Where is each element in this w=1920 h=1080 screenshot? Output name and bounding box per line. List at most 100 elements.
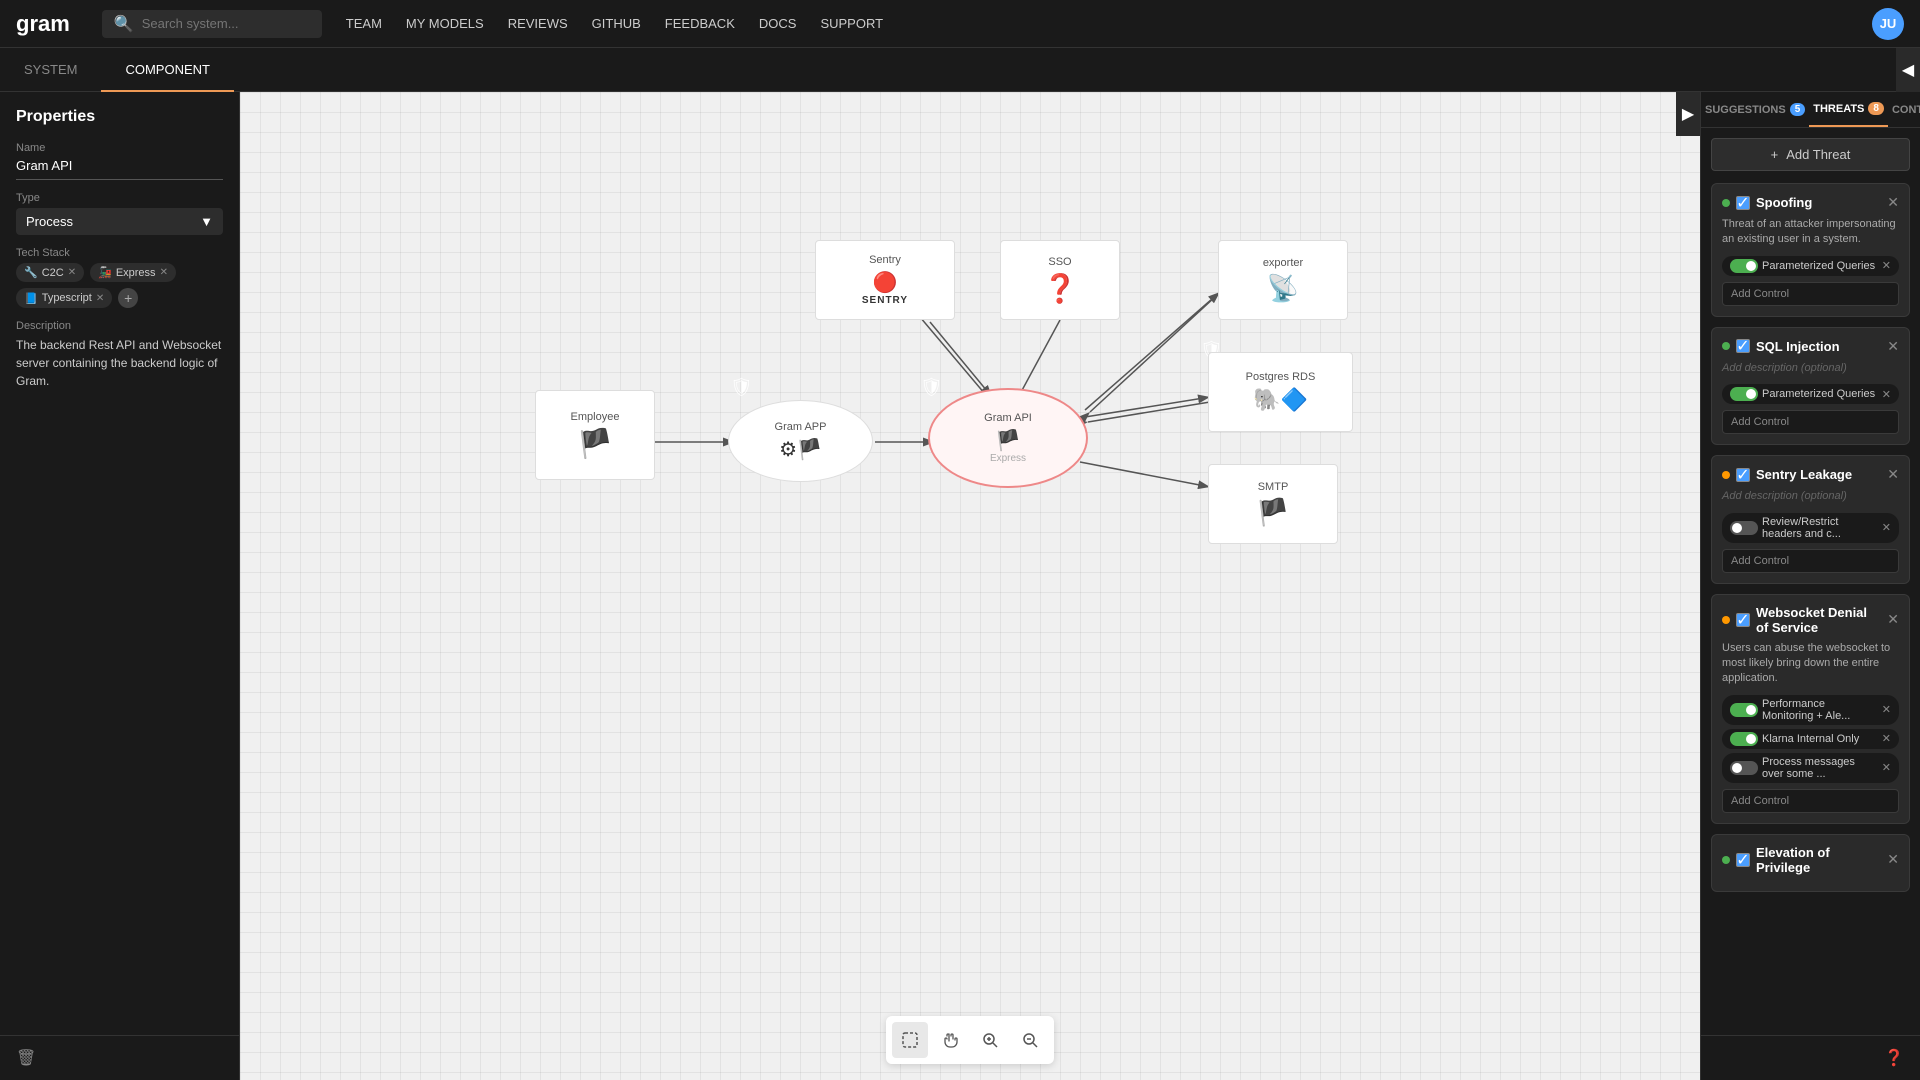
close-sql[interactable]: ✕ <box>1887 338 1899 355</box>
remove-control-6[interactable]: ✕ <box>1882 761 1891 774</box>
control-process-messages: Process messages over some ... ✕ <box>1722 753 1899 783</box>
threat-sentry-leakage: ✓ Sentry Leakage ✕ Add description (opti… <box>1711 455 1910 583</box>
nav-link-docs[interactable]: DOCS <box>759 16 797 31</box>
nav-link-reviews[interactable]: REVIEWS <box>508 16 568 31</box>
search-input[interactable] <box>142 16 302 31</box>
select-tool-button[interactable] <box>892 1022 928 1058</box>
threat-desc-spoofing: Threat of an attacker impersonating an e… <box>1722 217 1899 248</box>
tab-component[interactable]: COMPONENT <box>101 48 234 92</box>
node-sentry[interactable]: Sentry 🔴 SENTRY <box>815 240 955 320</box>
nav-link-my models[interactable]: MY MODELS <box>406 16 484 31</box>
remove-typescript[interactable]: ✕ <box>96 293 104 304</box>
tech-stack-label: Tech Stack <box>16 247 223 259</box>
delete-icon[interactable]: 🗑 <box>16 1048 36 1068</box>
tech-tags: 🔧 C2C ✕ 🚂 Express ✕ 📘 Typescript ✕ + <box>16 263 223 308</box>
status-dot-sql <box>1722 342 1730 350</box>
c2c-icon: 🔧 <box>24 266 38 279</box>
remove-control-2[interactable]: ✕ <box>1882 388 1891 401</box>
type-label: Type <box>16 192 223 204</box>
nav-link-support[interactable]: SUPPORT <box>820 16 883 31</box>
checkbox-ws[interactable]: ✓ <box>1736 613 1750 627</box>
threats-badge: 8 <box>1868 102 1884 115</box>
add-control-sql[interactable]: Add Control <box>1722 410 1899 434</box>
checkbox-elevation[interactable]: ✓ <box>1736 853 1750 867</box>
remove-control-4[interactable]: ✕ <box>1882 703 1891 716</box>
checkbox-sql[interactable]: ✓ <box>1736 339 1750 353</box>
remove-express[interactable]: ✕ <box>160 267 168 278</box>
threat-sql-injection: ✓ SQL Injection ✕ Add description (optio… <box>1711 327 1910 445</box>
add-control-sentry[interactable]: Add Control <box>1722 549 1899 573</box>
desc-text[interactable]: The backend Rest API and Websocket serve… <box>16 336 223 390</box>
tab-collapse-left[interactable]: ◀ <box>1896 48 1920 92</box>
close-sentry[interactable]: ✕ <box>1887 466 1899 483</box>
threat-spoofing: ✓ Spoofing ✕ Threat of an attacker imper… <box>1711 183 1910 317</box>
search-bar[interactable]: 🔍 <box>102 10 322 38</box>
node-gram-app[interactable]: Gram APP ⚙🏴 <box>728 400 873 482</box>
express-icon: 🚂 <box>98 266 112 279</box>
canvas-area[interactable]: 🛡 🛡 🛡 Sentry 🔴 SENTRY SSO ❓ exporter 📡 E… <box>240 92 1700 1080</box>
close-elevation[interactable]: ✕ <box>1887 851 1899 868</box>
node-sso[interactable]: SSO ❓ <box>1000 240 1120 320</box>
panel-collapse-right[interactable]: ▶ <box>1676 92 1700 136</box>
tab-suggestions[interactable]: SUGGESTIONS 5 <box>1701 92 1809 127</box>
checkbox-spoofing[interactable]: ✓ <box>1736 196 1750 210</box>
remove-control-1[interactable]: ✕ <box>1882 259 1891 272</box>
hand-tool-button[interactable] <box>932 1022 968 1058</box>
nav-link-feedback[interactable]: FEEDBACK <box>665 16 735 31</box>
tab-threats[interactable]: THREATS 8 <box>1809 92 1888 127</box>
chevron-down-icon: ▼ <box>200 214 213 229</box>
nav-links: TEAM MY MODELS REVIEWS GITHUB FEEDBACK DOCS SU… <box>346 16 883 31</box>
status-dot-ws <box>1722 616 1730 624</box>
type-select[interactable]: Process ▼ <box>16 208 223 235</box>
node-exporter[interactable]: exporter 📡 <box>1218 240 1348 320</box>
close-spoofing[interactable]: ✕ <box>1887 194 1899 211</box>
remove-control-5[interactable]: ✕ <box>1882 732 1891 745</box>
toggle-5[interactable] <box>1730 732 1758 746</box>
threat-name-ws: Websocket Denial of Service <box>1756 605 1881 635</box>
close-ws[interactable]: ✕ <box>1887 611 1899 628</box>
control-klarna: Klarna Internal Only ✕ <box>1722 729 1899 749</box>
threat-elevation: ✓ Elevation of Privilege ✕ <box>1711 834 1910 892</box>
add-tag-button[interactable]: + <box>118 288 138 308</box>
node-gram-api[interactable]: Gram API 🏴 Express <box>928 388 1088 488</box>
control-parameterized-2: Parameterized Queries ✕ <box>1722 384 1899 404</box>
control-perf-monitoring: Performance Monitoring + Ale... ✕ <box>1722 695 1899 725</box>
top-navigation: gram 🔍 TEAMMY MODELSREVIEWSGITHUBFEEDBAC… <box>0 0 1920 48</box>
threat-name-sentry: Sentry Leakage <box>1756 467 1881 482</box>
remove-c2c[interactable]: ✕ <box>68 267 76 278</box>
right-tabs: SUGGESTIONS 5 THREATS 8 CONTROLS 13 <box>1701 92 1920 128</box>
toggle-4[interactable] <box>1730 703 1758 717</box>
tag-c2c: 🔧 C2C ✕ <box>16 263 84 282</box>
zoom-in-button[interactable] <box>972 1022 1008 1058</box>
toggle-3[interactable] <box>1730 521 1758 535</box>
toggle-2[interactable] <box>1730 387 1758 401</box>
add-control-spoofing[interactable]: Add Control <box>1722 282 1899 306</box>
warning-gram-app: 🛡 <box>730 377 753 398</box>
checkbox-sentry[interactable]: ✓ <box>1736 468 1750 482</box>
node-smtp[interactable]: SMTP 🏴 <box>1208 464 1338 544</box>
tab-controls[interactable]: CONTROLS 13 <box>1888 92 1920 127</box>
remove-control-3[interactable]: ✕ <box>1882 521 1891 534</box>
status-dot-spoofing <box>1722 199 1730 207</box>
add-control-ws[interactable]: Add Control <box>1722 789 1899 813</box>
toggle-6[interactable] <box>1730 761 1758 775</box>
node-employee[interactable]: Employee 🏴 <box>535 390 655 480</box>
name-value[interactable]: Gram API <box>16 158 223 180</box>
zoom-out-button[interactable] <box>1012 1022 1048 1058</box>
tab-bar: SYSTEM COMPONENT ◀ <box>0 48 1920 92</box>
diagram-arrows <box>240 92 1700 1080</box>
status-dot-elevation <box>1722 856 1730 864</box>
tab-system[interactable]: SYSTEM <box>0 48 101 92</box>
nav-link-github[interactable]: GITHUB <box>592 16 641 31</box>
avatar[interactable]: JU <box>1872 8 1904 40</box>
add-threat-button[interactable]: + Add Threat <box>1711 138 1910 171</box>
typescript-icon: 📘 <box>24 292 38 305</box>
threat-websocket-dos: ✓ Websocket Denial of Service ✕ Users ca… <box>1711 594 1910 824</box>
toggle-1[interactable] <box>1730 259 1758 273</box>
tag-express: 🚂 Express ✕ <box>90 263 176 282</box>
tag-typescript: 📘 Typescript ✕ <box>16 288 112 308</box>
node-postgres[interactable]: Postgres RDS 🐘🔷 <box>1208 352 1353 432</box>
threat-desc-sentry: Add description (optional) <box>1722 489 1899 504</box>
nav-link-team[interactable]: TEAM <box>346 16 382 31</box>
left-panel: Properties Name Gram API Type Process ▼ … <box>0 92 240 1080</box>
